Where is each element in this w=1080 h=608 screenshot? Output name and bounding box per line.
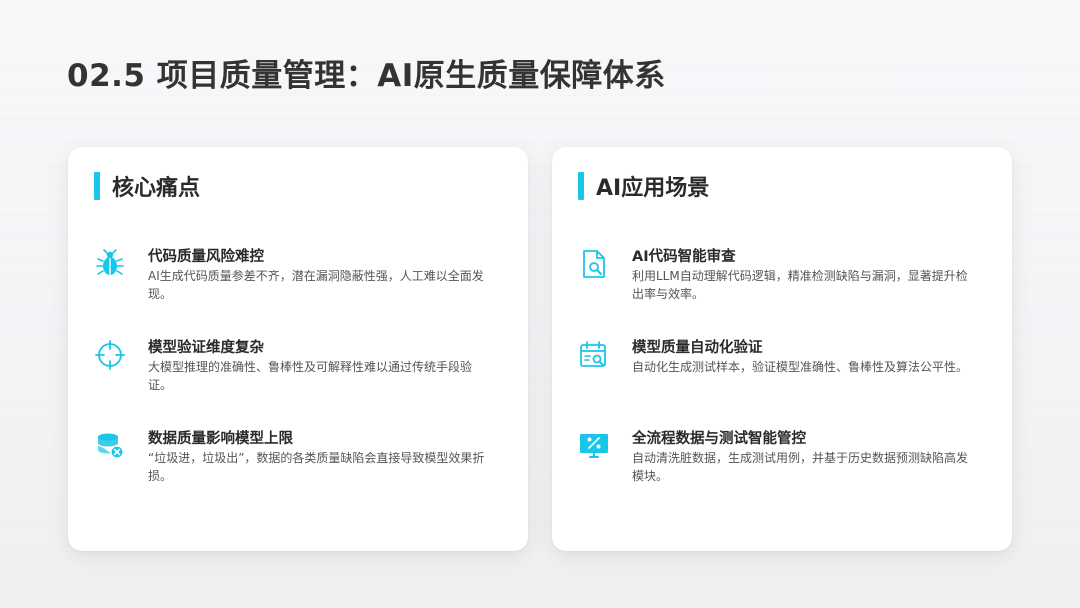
- monitor-percent-icon: [578, 430, 612, 464]
- list-item: 模型质量自动化验证 自动化生成测试样本，验证模型准确性、鲁棒性及算法公平性。: [578, 338, 988, 376]
- card-title: AI应用场景: [596, 176, 710, 201]
- item-description: 自动化生成测试样本，验证模型准确性、鲁棒性及算法公平性。: [632, 360, 969, 374]
- card-header: AI应用场景: [578, 171, 709, 201]
- accent-bar: [578, 172, 584, 200]
- item-title: 代码质量风险难控: [148, 249, 264, 265]
- item-title: 全流程数据与测试智能管控: [632, 431, 806, 447]
- item-title: 模型验证维度复杂: [148, 340, 264, 356]
- page-title: 02.5 项目质量管理：AI原生质量保障体系: [67, 58, 666, 94]
- list-item: AI代码智能审查 利用LLM自动理解代码逻辑，精准检测缺陷与漏洞，显著提升检出率…: [578, 247, 988, 303]
- item-description: 利用LLM自动理解代码逻辑，精准检测缺陷与漏洞，显著提升检出率与效率。: [632, 269, 968, 301]
- list-item: 数据质量影响模型上限 “垃圾进，垃圾出”，数据的各类质量缺陷会直接导致模型效果折…: [94, 429, 504, 485]
- database-error-icon: [94, 430, 128, 464]
- card-title: 核心痛点: [112, 176, 201, 201]
- pain-points-card: 核心痛点 代码质量风险难控 AI生成代码质量参差不齐，潜在漏洞隐蔽性强，人工难以…: [68, 147, 528, 551]
- accent-bar: [94, 172, 100, 200]
- crosshair-icon: [94, 339, 128, 373]
- use-cases-card: AI应用场景 AI代码智能审查 利用LLM自动理解代码逻辑，精准检测缺陷与漏洞，…: [552, 147, 1012, 551]
- bug-icon: [94, 248, 128, 282]
- item-description: AI生成代码质量参差不齐，潜在漏洞隐蔽性强，人工难以全面发现。: [148, 269, 484, 301]
- calendar-search-icon: [578, 339, 612, 373]
- list-item: 代码质量风险难控 AI生成代码质量参差不齐，潜在漏洞隐蔽性强，人工难以全面发现。: [94, 247, 504, 303]
- item-title: 数据质量影响模型上限: [148, 431, 293, 447]
- list-item: 全流程数据与测试智能管控 自动清洗脏数据，生成测试用例，并基于历史数据预测缺陷高…: [578, 429, 988, 485]
- list-item: 模型验证维度复杂 大模型推理的准确性、鲁棒性及可解释性难以通过传统手段验证。: [94, 338, 504, 394]
- item-description: 自动清洗脏数据，生成测试用例，并基于历史数据预测缺陷高发模块。: [632, 451, 969, 483]
- item-description: “垃圾进，垃圾出”，数据的各类质量缺陷会直接导致模型效果折损。: [148, 451, 485, 483]
- card-header: 核心痛点: [94, 171, 200, 201]
- item-description: 大模型推理的准确性、鲁棒性及可解释性难以通过传统手段验证。: [148, 360, 473, 392]
- item-title: AI代码智能审查: [632, 249, 736, 265]
- item-title: 模型质量自动化验证: [632, 340, 763, 356]
- file-search-icon: [578, 248, 612, 282]
